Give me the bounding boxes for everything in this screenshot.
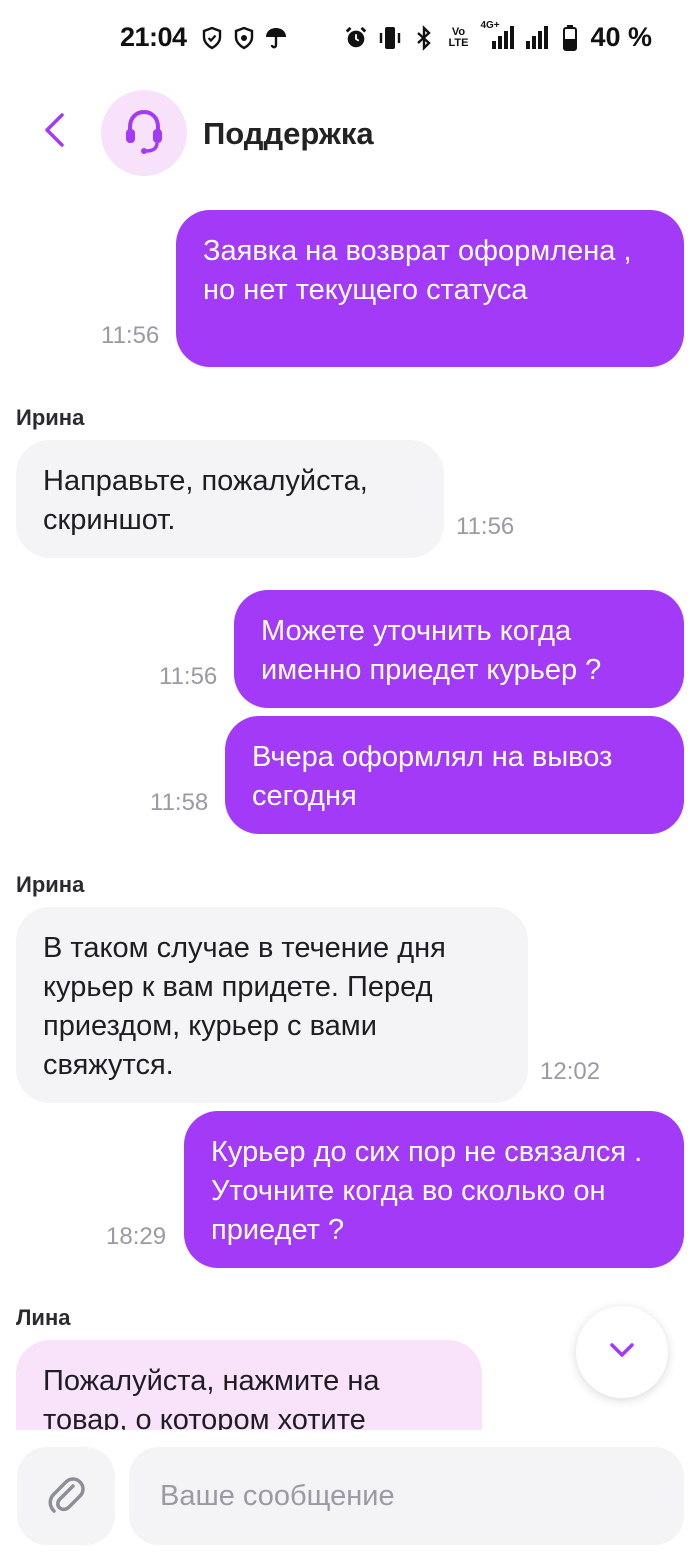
message-text[interactable]: Заявка на возврат оформлена , но нет тек… <box>203 235 632 306</box>
message-list[interactable]: Заявка на возврат оформлена , но нет тек… <box>0 190 700 1430</box>
message-text[interactable]: Вчера оформлял на вывоз сегодня <box>252 741 612 812</box>
message-input-wrapper <box>129 1447 684 1545</box>
scroll-down-button[interactable] <box>576 1306 668 1398</box>
headset-icon <box>122 107 166 160</box>
message-incoming: Пожалуйста, нажмите на товар, о котором … <box>16 1340 482 1430</box>
shield-icon <box>200 24 224 52</box>
volte-icon: Vo LTE <box>448 25 469 49</box>
message-incoming: В таком случае в течение дня курьер к ва… <box>16 907 528 1103</box>
message-sender: Лина <box>16 1305 71 1330</box>
bluetooth-icon <box>412 24 436 52</box>
battery-percent: 40 % <box>590 22 652 52</box>
message-input[interactable] <box>160 1447 660 1545</box>
message-text[interactable]: Можете уточнить когда именно приедет кур… <box>261 615 601 686</box>
message-sender: Ирина <box>16 405 85 430</box>
alarm-icon <box>344 24 368 52</box>
message-bubble: Пожалуйста, нажмите на товар, о котором … <box>16 1340 482 1430</box>
vibrate-icon <box>378 24 402 52</box>
page-title: Поддержка <box>203 116 374 151</box>
message-bubble: В таком случае в течение дня курьер к ва… <box>16 907 528 1103</box>
message-text[interactable]: Направьте, пожалуйста, скриншот. <box>43 465 368 536</box>
signal-icon <box>524 24 552 52</box>
status-right-icons: Vo LTE 4G+ 40 % <box>344 20 652 53</box>
chevron-left-icon <box>42 112 66 153</box>
message-outgoing: Вчера оформлял на вывоз сегодня <box>225 716 684 834</box>
message-bubble: Направьте, пожалуйста, скриншот. <box>16 440 444 558</box>
message-time: 11:58 <box>150 789 209 816</box>
chat-header: Поддержка <box>0 80 700 190</box>
message-time: 12:02 <box>540 1058 601 1085</box>
status-left-icons <box>200 24 288 52</box>
message-outgoing: Можете уточнить когда именно приедет кур… <box>234 590 684 708</box>
umbrella-icon <box>264 24 288 52</box>
message-outgoing: Заявка на возврат оформлена , но нет тек… <box>176 210 684 367</box>
message-outgoing: Курьер до сих пор не связался . Уточните… <box>184 1111 684 1268</box>
network-type-label: 4G+ <box>480 19 500 31</box>
avatar <box>101 90 187 176</box>
status-time: 21:04 <box>120 22 187 52</box>
message-time: 11:56 <box>159 663 218 690</box>
paperclip-icon <box>46 1472 86 1521</box>
message-text[interactable]: В таком случае в течение дня курьер к ва… <box>43 932 446 1081</box>
message-incoming: Направьте, пожалуйста, скриншот. <box>16 440 444 558</box>
attach-button[interactable] <box>17 1447 115 1545</box>
message-time: 11:56 <box>456 513 515 540</box>
chevron-down-icon <box>609 1342 635 1363</box>
battery-icon <box>562 24 578 52</box>
message-bubble: Курьер до сих пор не связался . Уточните… <box>184 1111 684 1268</box>
signal-icon: 4G+ <box>480 20 515 52</box>
message-bubble: Можете уточнить когда именно приедет кур… <box>234 590 684 708</box>
message-bubble: Заявка на возврат оформлена , но нет тек… <box>176 210 684 367</box>
message-time: 11:56 <box>101 322 160 349</box>
message-text[interactable]: Пожалуйста, нажмите на товар, о котором … <box>43 1365 379 1430</box>
message-composer <box>0 1430 700 1563</box>
shield-icon <box>232 24 256 52</box>
message-text[interactable]: Курьер до сих пор не связался . Уточните… <box>211 1136 642 1246</box>
message-time: 18:29 <box>106 1223 167 1250</box>
message-sender: Ирина <box>16 872 85 897</box>
message-bubble: Вчера оформлял на вывоз сегодня <box>225 716 684 834</box>
back-button[interactable] <box>32 110 76 154</box>
status-bar: 21:04 Vo LTE 4G+ 40 % <box>0 0 700 80</box>
